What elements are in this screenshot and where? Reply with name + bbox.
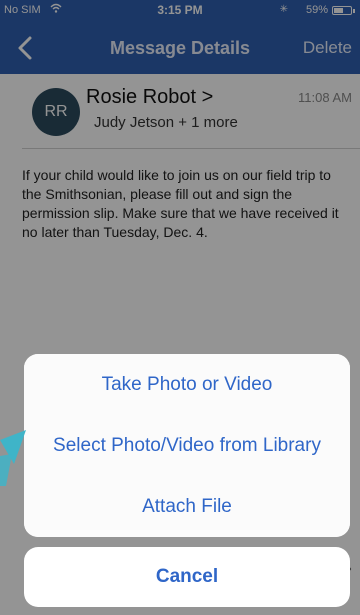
attachment-action-sheet: Take Photo or Video Select Photo/Video f…	[24, 354, 350, 537]
pointer-arrow-icon	[0, 430, 26, 486]
attach-file-option[interactable]: Attach File	[24, 476, 350, 537]
take-photo-option[interactable]: Take Photo or Video	[24, 354, 350, 415]
select-from-library-option[interactable]: Select Photo/Video from Library	[24, 415, 350, 476]
phone-screen: No SIM 3:15 PM ✳ 59% Message Details Del…	[0, 0, 360, 615]
cancel-button[interactable]: Cancel	[24, 547, 350, 607]
